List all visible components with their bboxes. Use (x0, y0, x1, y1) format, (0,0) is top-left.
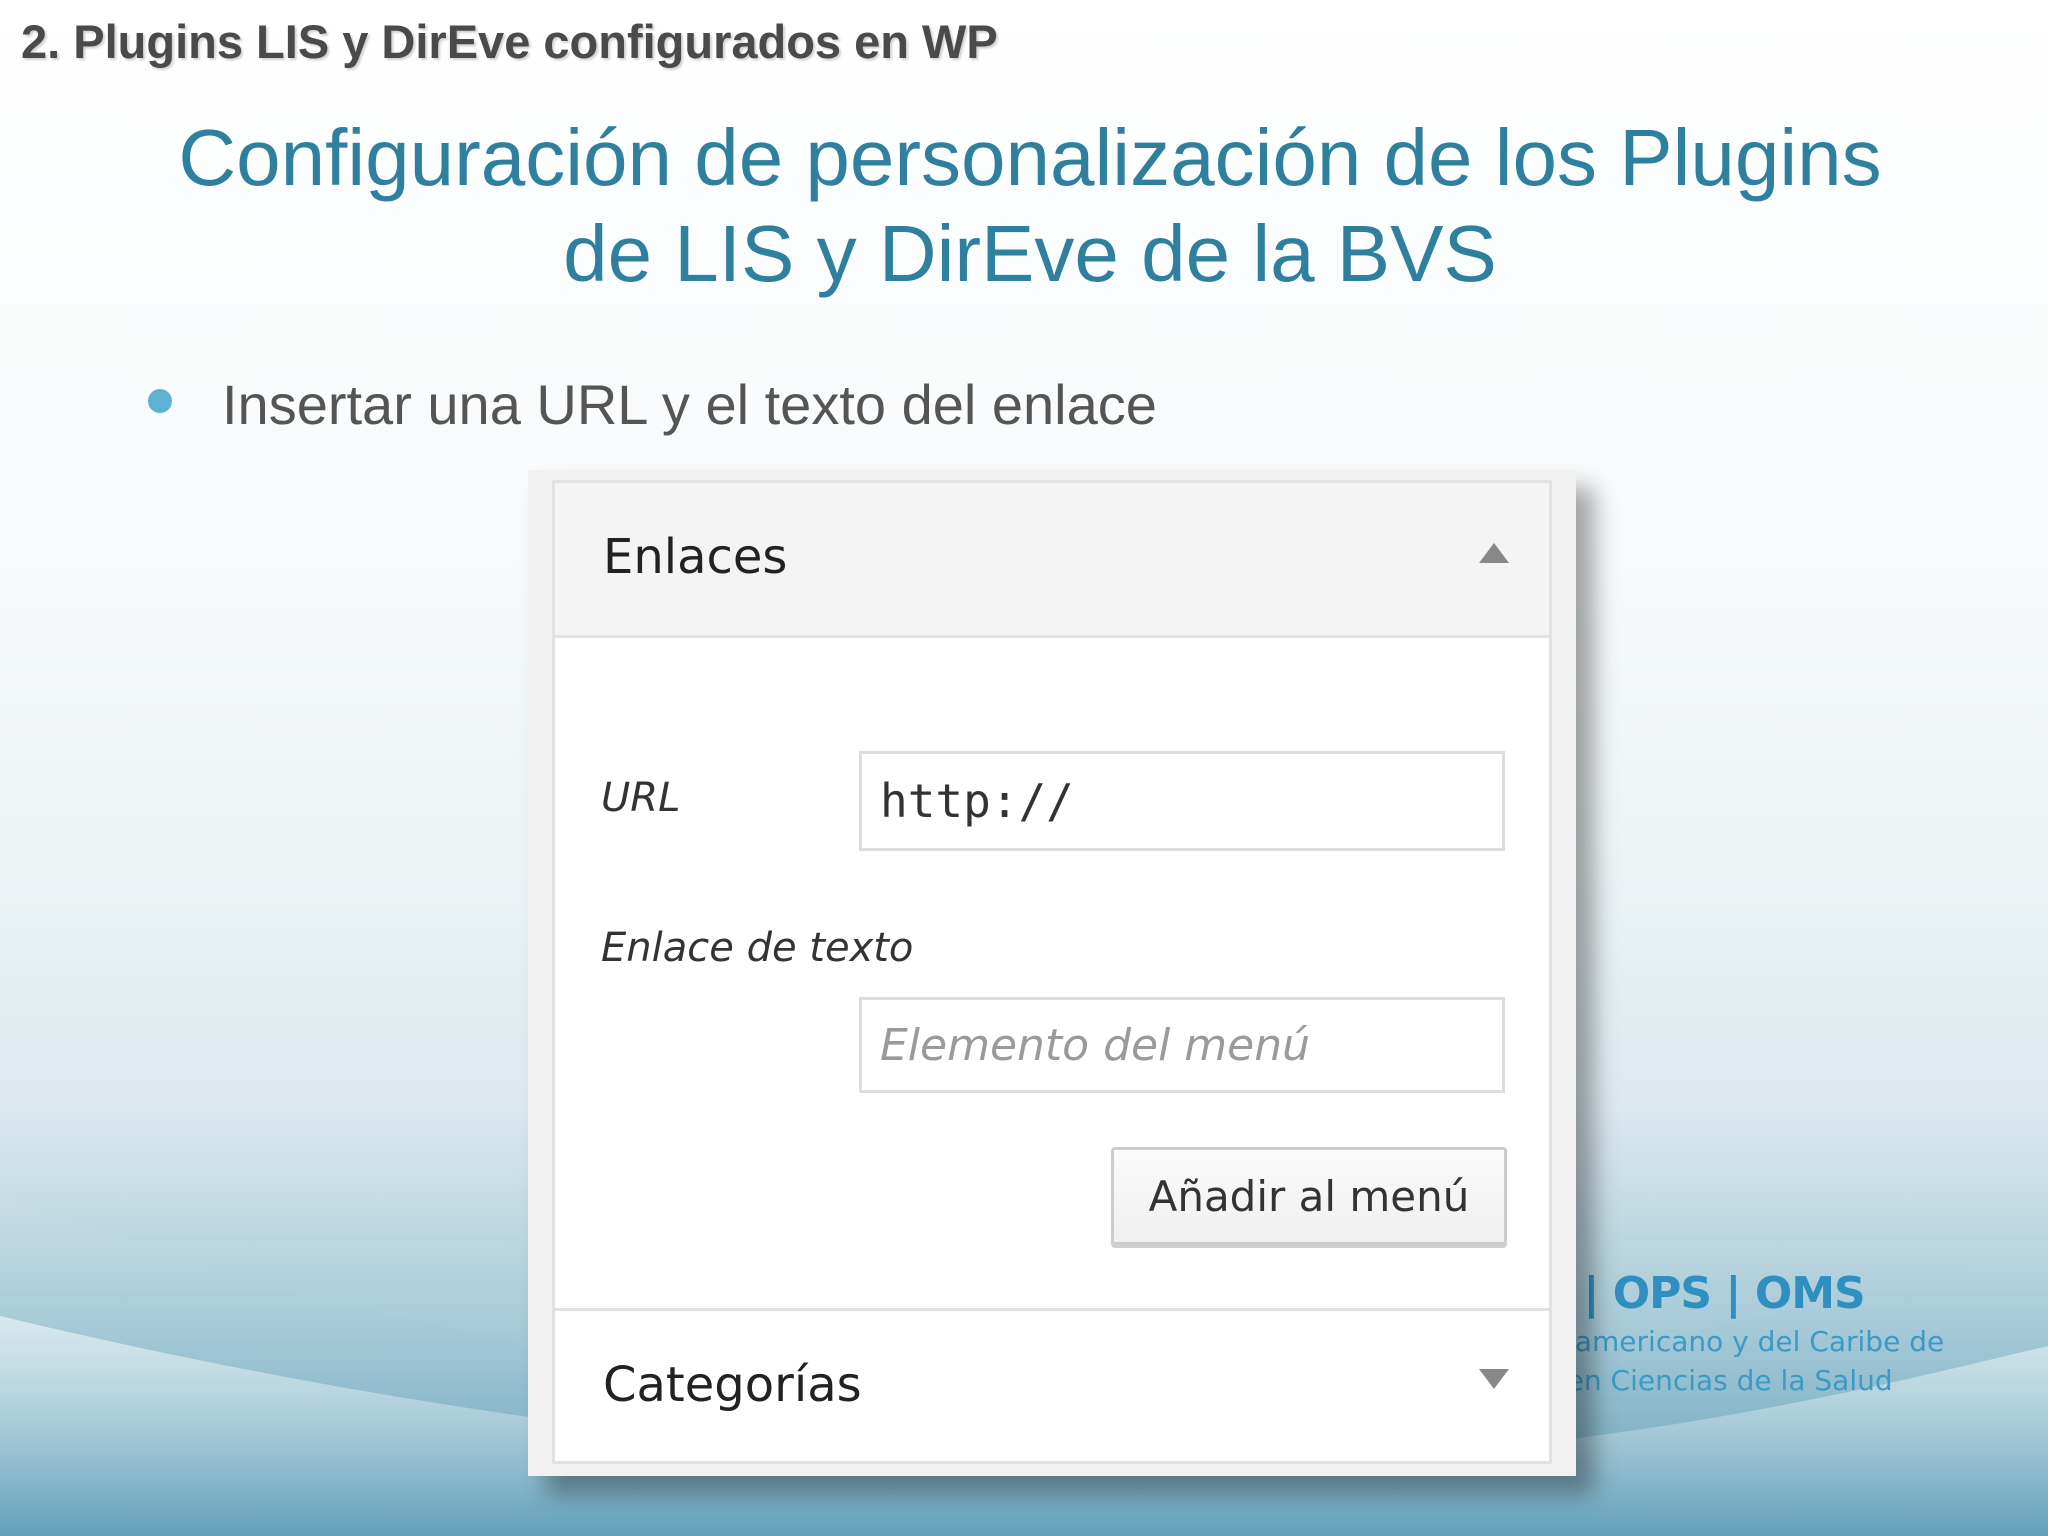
link-text-label: Enlace de texto (601, 925, 914, 971)
accordion-header-categorias[interactable]: Categorías (555, 1311, 1549, 1461)
screenshot-panel: Enlaces URL Enlace de texto Añadir al me… (528, 470, 1576, 1476)
arrow-down-icon[interactable] (1479, 1369, 1509, 1389)
accordion-header-enlaces[interactable]: Enlaces (555, 483, 1549, 638)
logo-line2: noamericano y del Caribe de (1540, 1325, 1945, 1358)
bullet-item: Insertar una URL y el texto del enlace (148, 372, 1157, 437)
slide: 2. Plugins LIS y DirEve configurados en … (0, 0, 2048, 1536)
add-to-menu-button[interactable]: Añadir al menú (1111, 1147, 1507, 1245)
organization-logo: E | OPS | OMS noamericano y del Caribe d… (1540, 1268, 1944, 1397)
link-text-input[interactable] (859, 997, 1505, 1093)
logo-line1: E | OPS | OMS (1540, 1268, 1866, 1319)
url-input[interactable] (859, 751, 1505, 851)
slide-title-line1: Configuración de personalización de los … (178, 113, 1882, 202)
arrow-up-icon[interactable] (1479, 543, 1509, 563)
slide-title: Configuración de personalización de los … (140, 110, 1920, 302)
accordion-title-categorias: Categorías (603, 1357, 862, 1413)
url-label: URL (601, 775, 681, 821)
logo-line3: n en Ciencias de la Salud (1540, 1364, 1893, 1397)
section-heading: 2. Plugins LIS y DirEve configurados en … (21, 15, 998, 68)
bullet-text: Insertar una URL y el texto del enlace (222, 373, 1157, 436)
accordion-title-enlaces: Enlaces (603, 529, 788, 585)
links-metabox: Enlaces URL Enlace de texto Añadir al me… (552, 480, 1552, 1464)
bullet-dot-icon (148, 388, 172, 413)
slide-title-line2: de LIS y DirEve de la BVS (563, 209, 1497, 298)
